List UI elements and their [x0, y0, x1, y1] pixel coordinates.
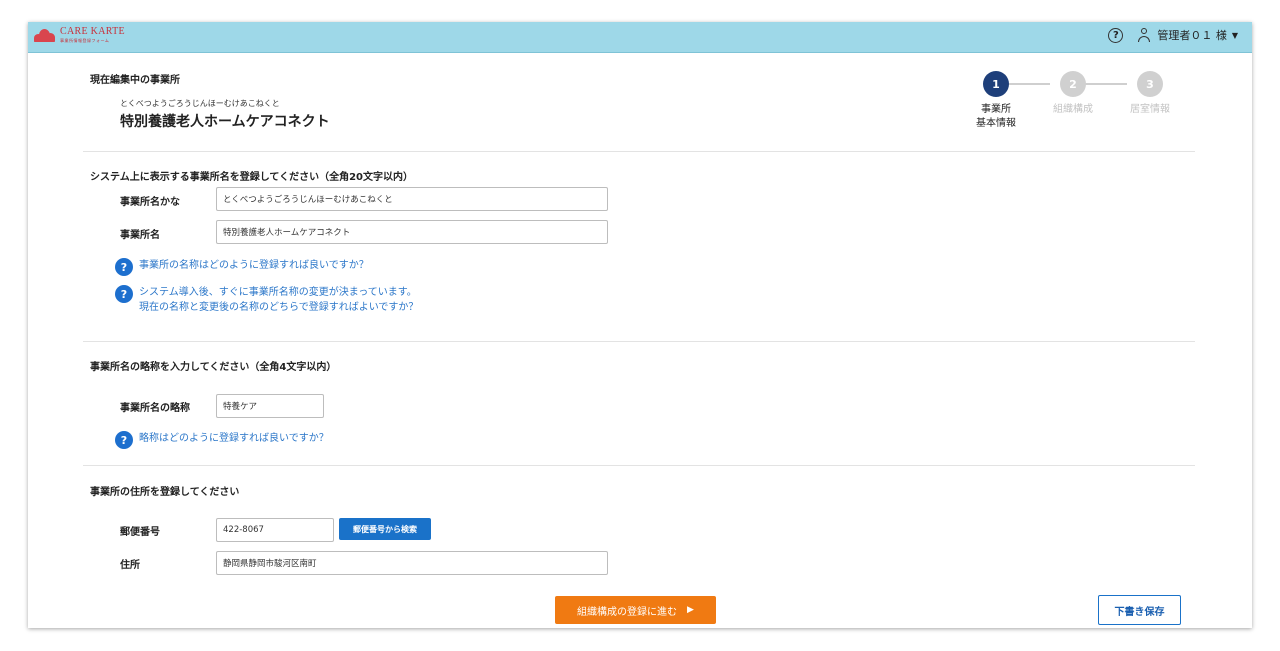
facility-name-input[interactable]: 特別養護老人ホームケアコネクト: [216, 220, 608, 244]
divider: [83, 341, 1195, 342]
help-icon[interactable]: ?: [1108, 27, 1124, 43]
chevron-down-icon[interactable]: ▼: [1232, 31, 1238, 40]
user-icon[interactable]: [1137, 28, 1151, 42]
step-3-circle: 3: [1137, 71, 1163, 97]
care-karte-logo[interactable]: CARE KARTE 事業所情報登録フォーム: [34, 27, 125, 43]
next-step-label: 組織構成の登録に進む: [577, 606, 678, 618]
step-1-label: 事業所 基本情報: [976, 104, 1016, 129]
question-icon: ?: [115, 258, 133, 276]
step-3-label: 居室情報: [1130, 104, 1170, 115]
faq-link-text[interactable]: 事業所の名称はどのように登録すれば良いですか？: [139, 259, 369, 274]
name-label: 事業所名: [120, 230, 160, 241]
postal-label: 郵便番号: [120, 527, 160, 538]
divider: [83, 151, 1195, 152]
kana-label: 事業所名かな: [120, 197, 180, 208]
progress-stepper: 1 2 3 事業所 基本情報 組織構成 居室情報: [973, 71, 1203, 151]
postal-code-input[interactable]: 422-8067: [216, 518, 334, 542]
current-facility-name: 特別養護老人ホームケアコネクト: [120, 114, 330, 130]
step-2-label: 組織構成: [1053, 104, 1093, 115]
question-icon: ?: [115, 285, 133, 303]
question-icon: ?: [115, 431, 133, 449]
play-arrow-icon: ▶: [687, 605, 694, 615]
facility-kana-input[interactable]: とくべつようごろうじんほーむけあこねくと: [216, 187, 608, 211]
address-section-title: 事業所の住所を登録してください: [90, 487, 240, 498]
abbr-section-title: 事業所名の略称を入力してください（全角4文字以内）: [90, 362, 337, 373]
save-draft-button[interactable]: 下書き保存: [1098, 595, 1181, 625]
faq-link-name[interactable]: ? 事業所の名称はどのように登録すれば良いですか？: [115, 258, 369, 276]
faq-link-text[interactable]: 略称はどのように登録すれば良いですか？: [139, 432, 329, 447]
address-label: 住所: [120, 560, 140, 571]
top-bar: CARE KARTE 事業所情報登録フォーム ? 管理者０１ 様 ▼: [28, 22, 1252, 53]
current-facility-kana: とくべつようごろうじんほーむけあこねくと: [120, 99, 280, 108]
faq-link-abbr[interactable]: ? 略称はどのように登録すれば良いですか？: [115, 431, 329, 449]
name-section-title: システム上に表示する事業所名を登録してください（全角20文字以内）: [90, 172, 414, 183]
postal-search-button[interactable]: 郵便番号から検索: [339, 518, 431, 540]
faq-link-rename[interactable]: ? システム導入後、すぐに事業所名称の変更が決まっています。 現在の名称と変更後…: [115, 285, 418, 315]
logo-subtitle: 事業所情報登録フォーム: [60, 38, 110, 43]
facility-abbr-input[interactable]: 特養ケア: [216, 394, 324, 418]
current-facility-heading: 現在編集中の事業所: [90, 75, 180, 86]
next-step-button[interactable]: 組織構成の登録に進む ▶: [555, 596, 716, 624]
step-2-circle: 2: [1060, 71, 1086, 97]
logo-name: CARE KARTE: [60, 26, 125, 37]
step-1-circle: 1: [983, 71, 1009, 97]
divider: [83, 465, 1195, 466]
app-window: CARE KARTE 事業所情報登録フォーム ? 管理者０１ 様 ▼ 現在編集中…: [28, 22, 1252, 628]
user-menu-label[interactable]: 管理者０１ 様: [1157, 27, 1227, 43]
logo-mark-icon: [34, 28, 56, 42]
faq-link-text[interactable]: システム導入後、すぐに事業所名称の変更が決まっています。 現在の名称と変更後の名…: [139, 286, 418, 315]
address-input[interactable]: 静岡県静岡市駿河区南町: [216, 551, 608, 575]
abbr-label: 事業所名の略称: [120, 403, 190, 414]
